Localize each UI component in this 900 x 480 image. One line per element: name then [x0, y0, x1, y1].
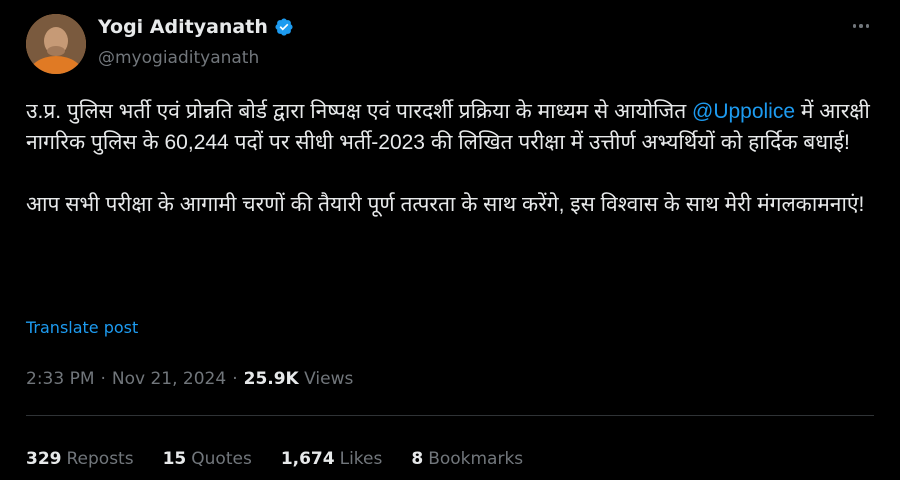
author-name-row: Yogi Adityanath [98, 16, 294, 38]
post-time[interactable]: 2:33 PM [26, 369, 95, 389]
likes-count: 1,674 [280, 449, 335, 469]
reposts-stat[interactable]: 329 Reposts [26, 449, 134, 469]
more-dot [865, 24, 870, 28]
post-paragraph-2: आप सभी परीक्षा के आगामी चरणों की तैयारी … [26, 193, 865, 216]
bookmarks-label: Bookmarks [428, 449, 524, 469]
post-date[interactable]: Nov 21, 2024 [112, 369, 226, 389]
meta-separator: · [100, 369, 106, 389]
bookmarks-stat[interactable]: 8 Bookmarks [411, 449, 523, 469]
more-dot [859, 24, 863, 28]
quotes-count: 15 [162, 449, 187, 469]
views-label: Views [304, 369, 354, 389]
views-count: 25.9K [243, 369, 299, 389]
mention-link[interactable]: @Uppolice [692, 100, 795, 123]
post-paragraph-1: उ.प्र. पुलिस भर्ती एवं प्रोन्नति बोर्ड द… [26, 96, 878, 158]
author-name[interactable]: Yogi Adityanath [98, 16, 268, 38]
quotes-label: Quotes [191, 449, 252, 469]
author-handle[interactable]: @myogiadityanath [98, 48, 259, 68]
likes-stat[interactable]: 1,674 Likes [281, 449, 383, 469]
post-text: उ.प्र. पुलिस भर्ती एवं प्रोन्नति बोर्ड द… [26, 96, 878, 220]
meta-separator: · [232, 369, 238, 389]
bookmarks-count: 8 [411, 449, 424, 469]
reposts-label: Reposts [66, 449, 134, 469]
post-text-part: उ.प्र. पुलिस भर्ती एवं प्रोन्नति बोर्ड द… [26, 100, 692, 123]
translate-post-link[interactable]: Translate post [26, 318, 138, 337]
engagement-stats: 329 Reposts 15 Quotes 1,674 Likes 8 Bookmark… [26, 449, 523, 469]
profile-photo-icon [26, 14, 86, 74]
verified-badge-icon[interactable] [274, 17, 294, 37]
reposts-count: 329 [26, 449, 62, 469]
more-options-icon[interactable] [846, 16, 876, 36]
more-dot [852, 24, 857, 28]
post-meta: 2:33 PM · Nov 21, 2024 · 25.9K Views [26, 369, 353, 389]
likes-label: Likes [339, 449, 383, 469]
divider [26, 415, 874, 416]
avatar[interactable] [26, 14, 86, 74]
quotes-stat[interactable]: 15 Quotes [163, 449, 252, 469]
